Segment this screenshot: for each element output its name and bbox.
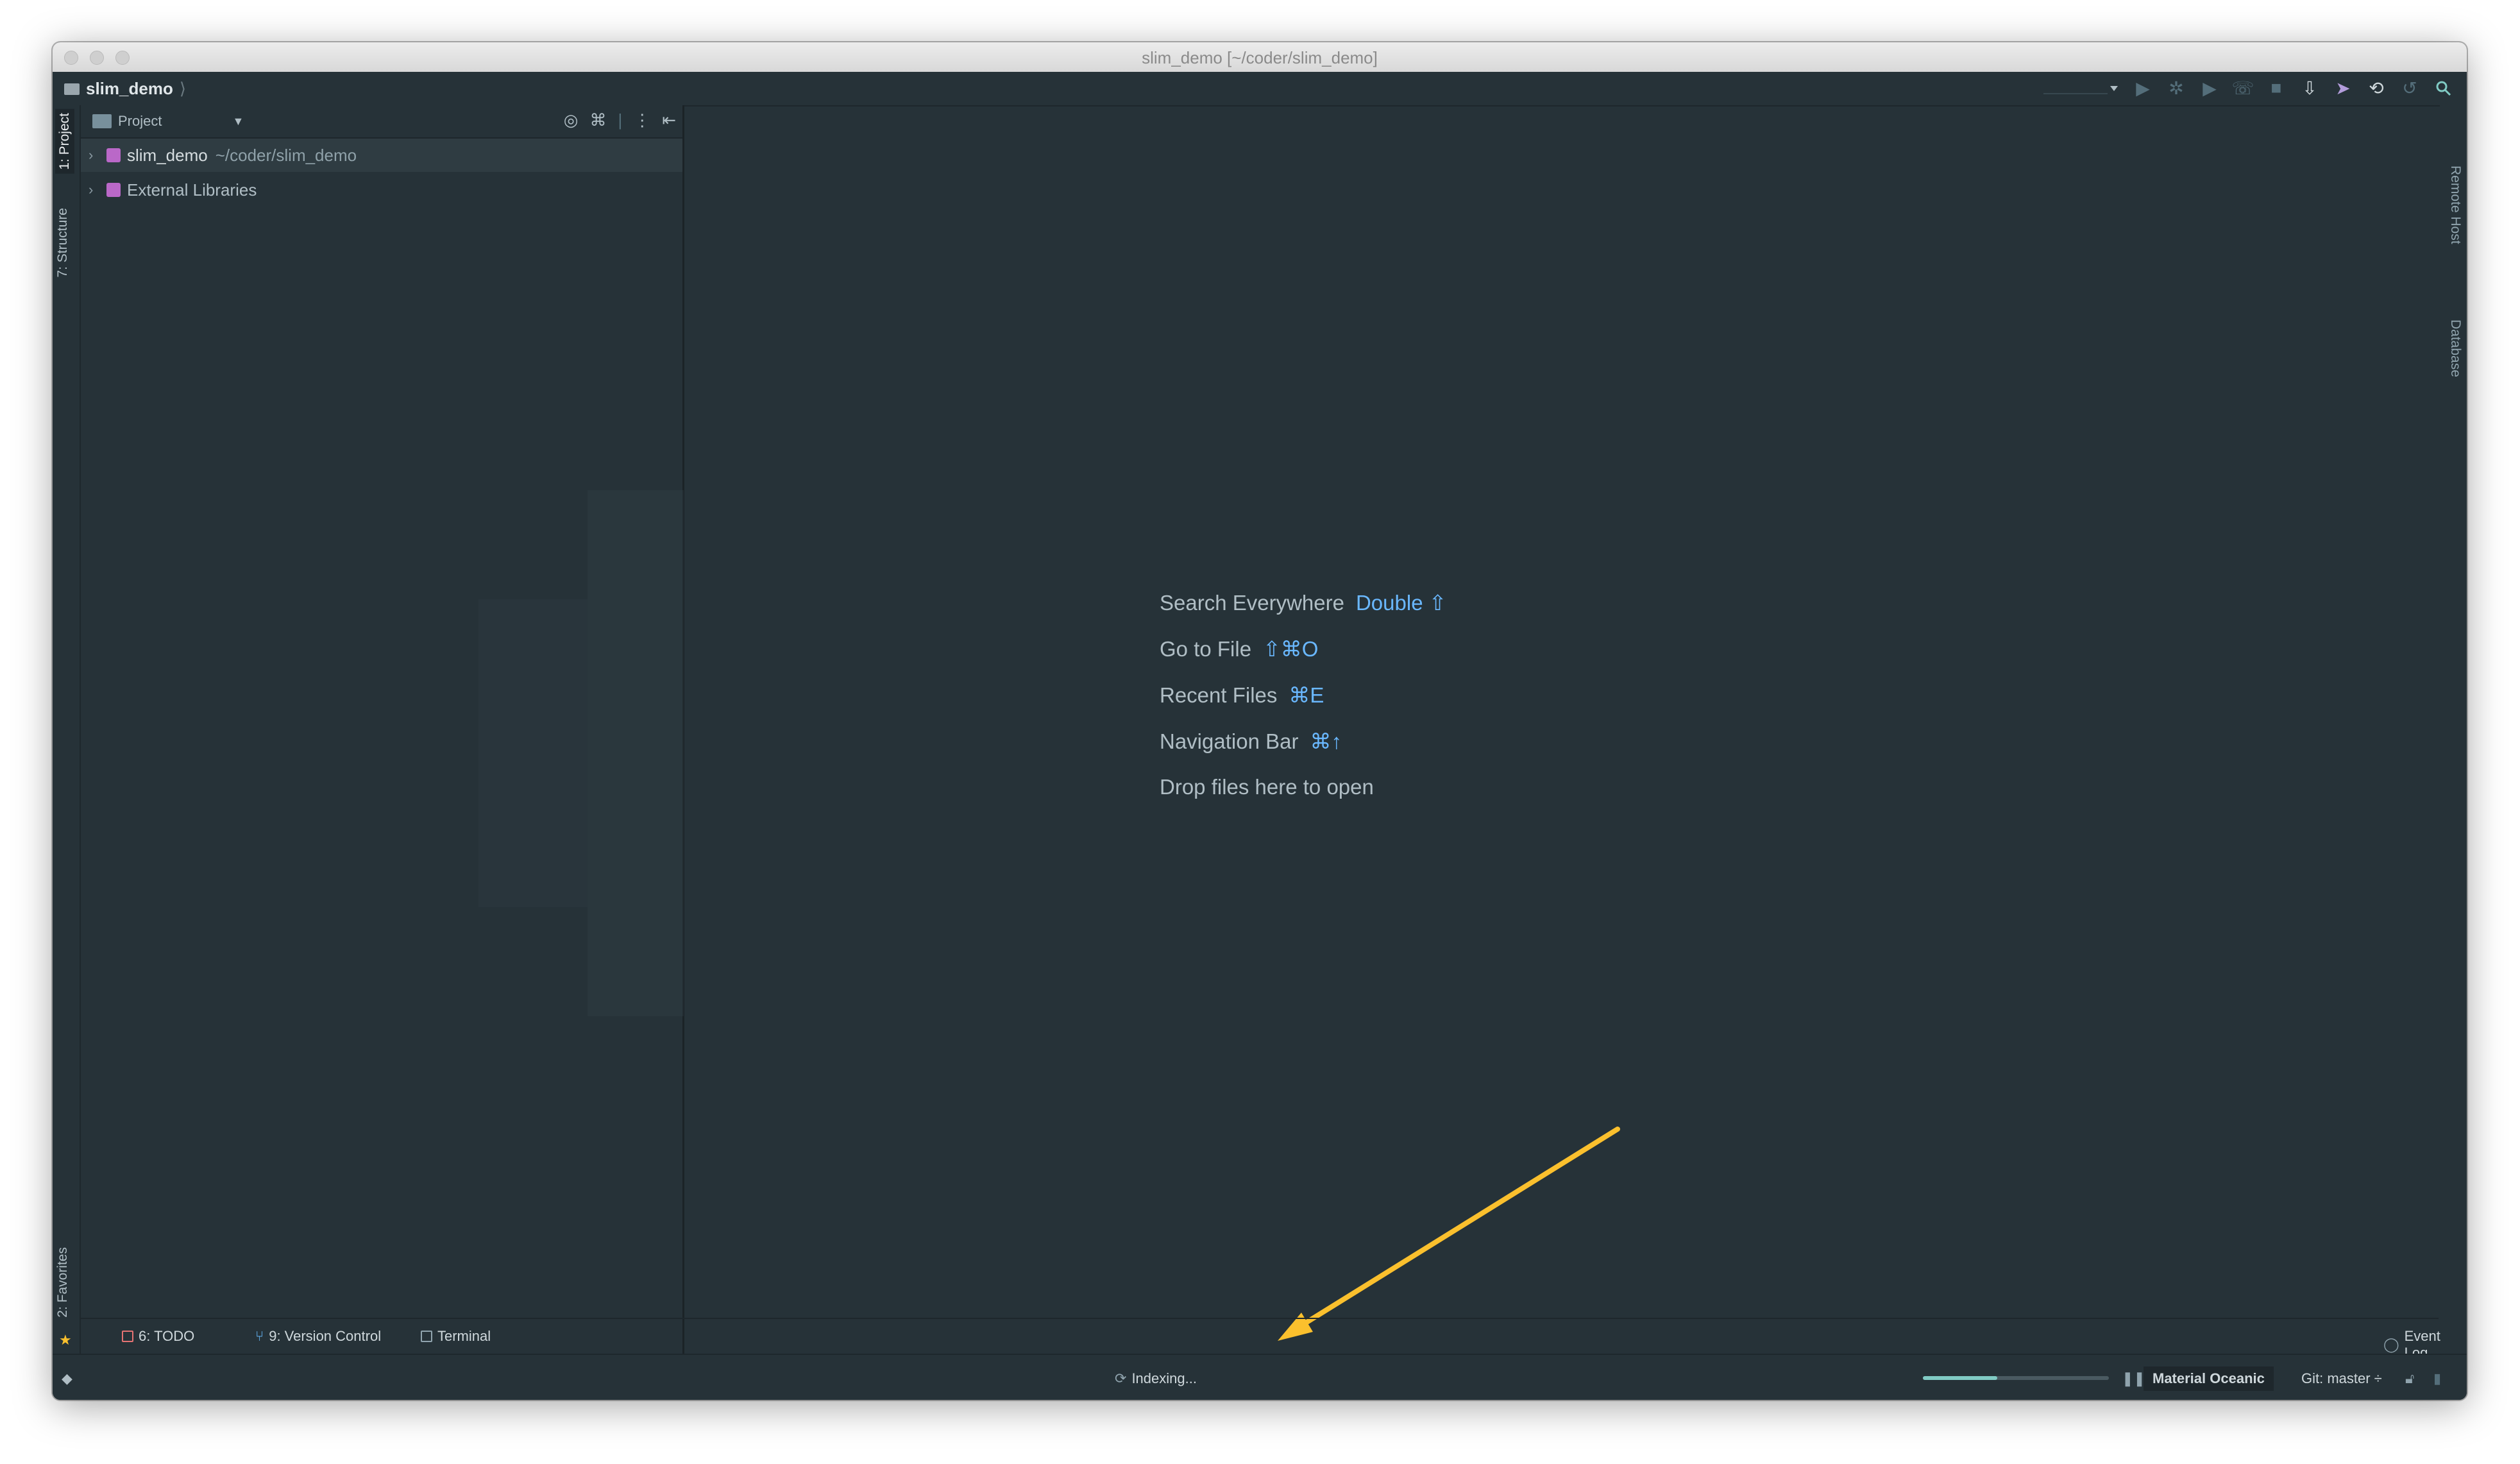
- hide-panel-icon[interactable]: ⇤: [662, 110, 676, 130]
- star-icon: ★: [59, 1332, 72, 1348]
- vcs-update-icon[interactable]: ⇩: [2299, 77, 2321, 99]
- branch-icon: ⑂: [255, 1328, 264, 1344]
- tab-remote-host[interactable]: Remote Host: [2448, 166, 2463, 244]
- tab-favorites[interactable]: 2: Favorites: [55, 1247, 71, 1318]
- project-view-selector[interactable]: Project ▼: [92, 113, 244, 130]
- tab-terminal[interactable]: Terminal: [421, 1328, 491, 1345]
- spinner-icon: ⟳: [1115, 1370, 1127, 1386]
- ide-window: slim_demo [~/coder/slim_demo] slim_demo …: [53, 42, 2467, 1400]
- chevron-right-icon[interactable]: ›: [89, 182, 100, 198]
- todo-icon: [122, 1331, 133, 1342]
- folder-icon: [64, 83, 80, 95]
- tree-item-label: slim_demo: [127, 145, 208, 165]
- status-bar: ◆ ⟳ Indexing... ❚❚ Material Oceanic Git:…: [53, 1354, 2467, 1400]
- project-panel-header: Project ▼ ◎ ⌘ | ⋮ ⇤: [81, 105, 682, 139]
- search-icon[interactable]: [2432, 77, 2454, 99]
- debug-icon[interactable]: ✲: [2165, 77, 2187, 99]
- run-coverage-icon[interactable]: ▶: [2199, 77, 2220, 99]
- breadcrumb[interactable]: slim_demo ⟩: [64, 79, 186, 99]
- tab-database[interactable]: Database: [2448, 319, 2463, 377]
- tree-item-path: ~/coder/slim_demo: [215, 145, 357, 165]
- right-tool-strip: Remote Host Database: [2440, 105, 2467, 1369]
- theme-label: Material Oceanic: [2152, 1370, 2265, 1386]
- tab-todo[interactable]: 6: TODO: [122, 1328, 194, 1345]
- terminal-icon: [421, 1331, 432, 1342]
- progress-fill: [1923, 1376, 1997, 1380]
- tab-version-control-label: 9: Version Control: [269, 1328, 382, 1344]
- module-folder-icon: [106, 148, 121, 162]
- tab-terminal-label: Terminal: [437, 1328, 491, 1344]
- indexing-status[interactable]: ⟳ Indexing...: [1115, 1370, 1197, 1387]
- event-log-icon: ◯: [2383, 1336, 2399, 1352]
- navigation-bar: slim_demo ⟩ ▶ ✲ ▶ ☏ ■ ⇩ ➤ ⟲ ↺: [53, 72, 2467, 106]
- locate-icon[interactable]: ◎: [564, 110, 579, 130]
- project-panel-actions: ◎ ⌘ | ⋮ ⇤: [564, 110, 676, 130]
- divider: |: [618, 110, 623, 130]
- tab-project[interactable]: 1: Project: [55, 109, 74, 174]
- breadcrumb-project[interactable]: slim_demo: [86, 79, 173, 99]
- tab-structure[interactable]: 7: Structure: [55, 208, 71, 278]
- tree-item-external-libraries[interactable]: › External Libraries: [81, 173, 682, 207]
- run-config-dropdown[interactable]: [2043, 78, 2120, 98]
- chevron-down-icon: ▼: [232, 114, 244, 128]
- layers-icon[interactable]: ◆: [62, 1370, 72, 1387]
- chevron-right-icon[interactable]: ›: [89, 147, 100, 164]
- collapse-all-icon[interactable]: ⌘: [589, 110, 606, 130]
- git-branch-label: Git: master ÷: [2301, 1370, 2382, 1386]
- lock-icon[interactable]: 🔓︎: [2405, 1370, 2414, 1387]
- stop-icon[interactable]: ■: [2265, 77, 2287, 99]
- run-toolbar: ▶ ✲ ▶ ☏ ■ ⇩ ➤ ⟲ ↺: [2043, 77, 2454, 99]
- indexing-label: Indexing...: [1131, 1370, 1197, 1386]
- tool-window-bar: 6: TODO ⑂ 9: Version Control Terminal ◯ …: [81, 1318, 2440, 1361]
- run-icon[interactable]: ▶: [2132, 77, 2154, 99]
- pause-icon[interactable]: ❚❚: [2122, 1370, 2145, 1387]
- git-branch-widget[interactable]: Git: master ÷: [2301, 1370, 2382, 1387]
- library-icon: [106, 183, 121, 197]
- tree-item-project-root[interactable]: › slim_demo ~/coder/slim_demo: [81, 139, 682, 172]
- folder-icon: [92, 114, 112, 128]
- tab-todo-label: 6: TODO: [139, 1328, 195, 1344]
- left-tool-strip: 1: Project 7: Structure 2: Favorites ★: [53, 105, 81, 1369]
- vcs-commit-icon[interactable]: ➤: [2332, 77, 2354, 99]
- breadcrumb-separator: ⟩: [179, 79, 186, 98]
- theme-switcher[interactable]: Material Oceanic: [2144, 1366, 2274, 1391]
- annotation-arrow-icon: [1278, 1127, 1620, 1341]
- tab-version-control[interactable]: ⑂ 9: Version Control: [255, 1328, 381, 1345]
- more-options-icon[interactable]: ⋮: [634, 110, 650, 130]
- attach-debugger-icon[interactable]: ☏: [2232, 77, 2254, 99]
- indexing-progress-bar: [1923, 1376, 2109, 1380]
- theme-watermark: [478, 490, 684, 1016]
- title-bar: slim_demo [~/coder/slim_demo]: [53, 42, 2467, 72]
- project-panel: Project ▼ ◎ ⌘ | ⋮ ⇤ › slim_demo ~/coder/…: [81, 105, 684, 1369]
- project-view-label: Project: [118, 113, 162, 129]
- rollback-icon[interactable]: ↺: [2399, 77, 2421, 99]
- vcs-history-icon[interactable]: ⟲: [2365, 77, 2387, 99]
- tree-item-label: External Libraries: [127, 180, 257, 200]
- window-title: slim_demo [~/coder/slim_demo]: [1142, 48, 1378, 67]
- memory-indicator-icon[interactable]: ▮: [2433, 1370, 2441, 1387]
- editor-empty-state: Search Everywhere Double ⇧ Go to File ⇧⌘O …: [684, 105, 2440, 1369]
